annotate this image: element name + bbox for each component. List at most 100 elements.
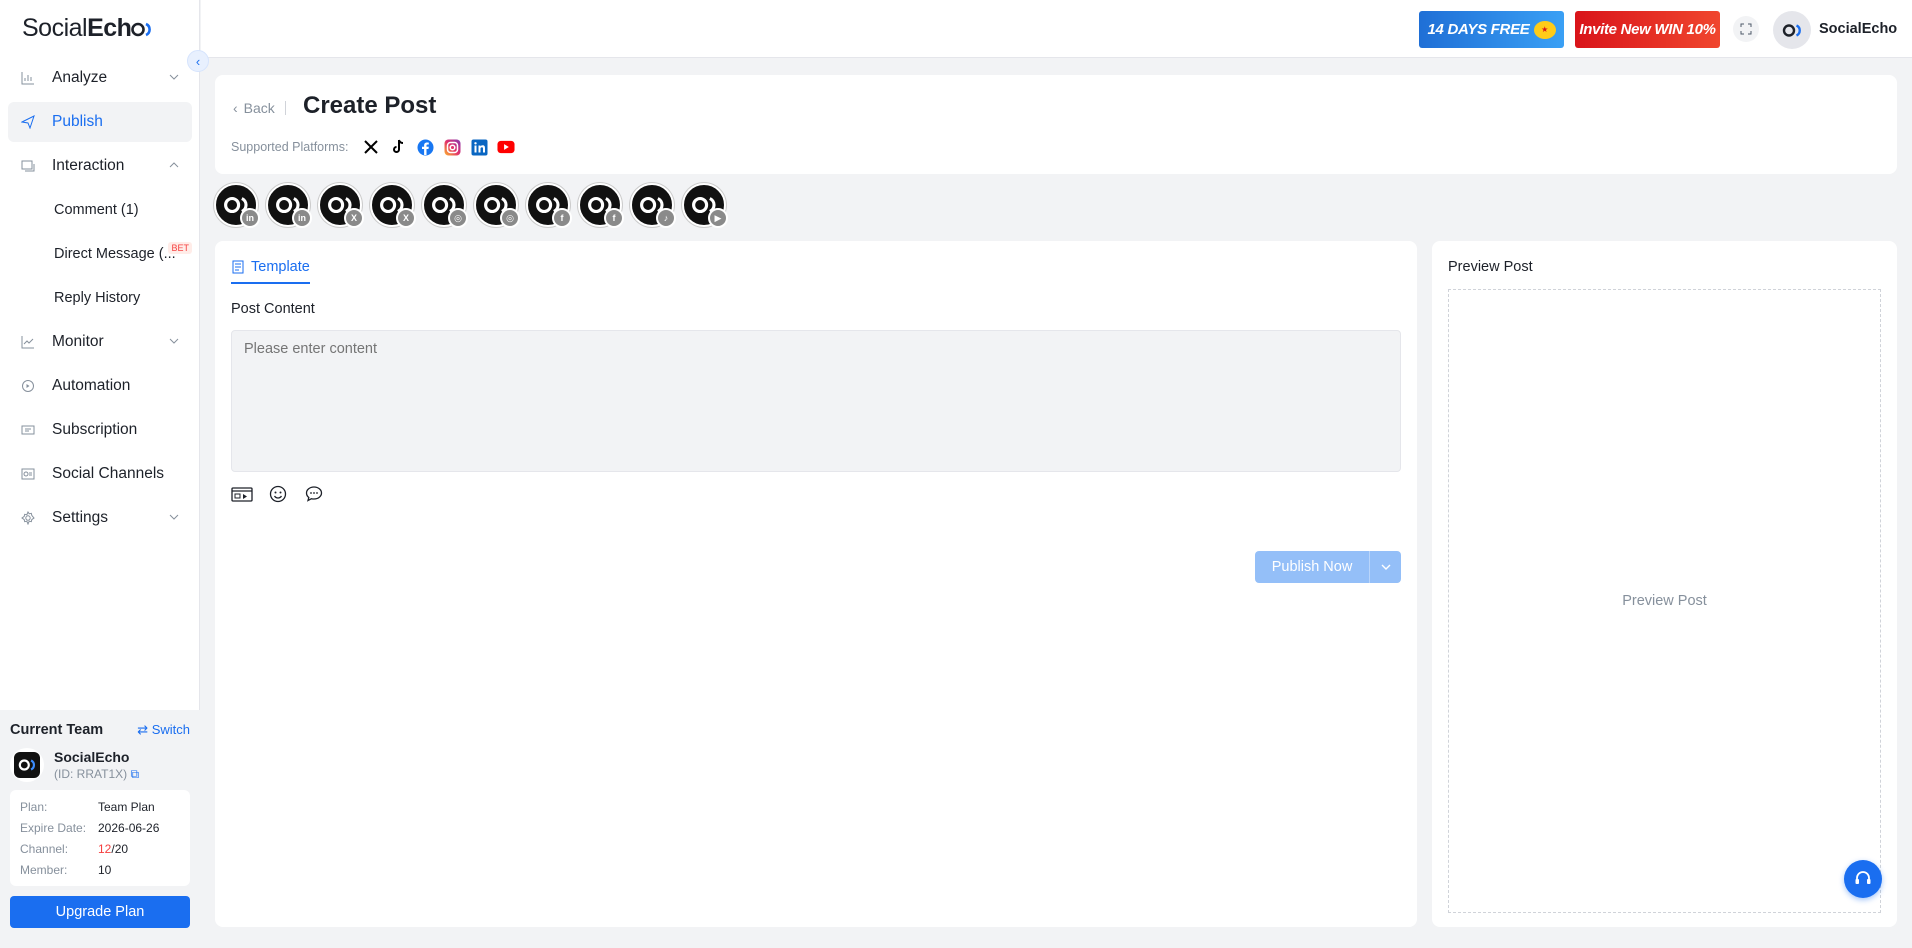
plan-card: Plan: Team Plan Expire Date: 2026-06-26 Ch…	[10, 790, 190, 886]
logo-mark-icon	[131, 22, 152, 37]
beta-badge: BET	[168, 242, 192, 254]
ticket-icon	[20, 422, 36, 438]
support-chat-icon[interactable]	[1844, 860, 1882, 898]
user-name[interactable]: SocialEcho	[1819, 21, 1897, 37]
nav-item-label: Interaction	[52, 157, 125, 174]
team-avatar	[10, 748, 44, 782]
send-icon	[20, 114, 36, 130]
app-logo[interactable]: SocialEch	[22, 14, 152, 43]
nav-item-label: Monitor	[52, 333, 104, 350]
account-avatar-x[interactable]: X	[370, 183, 416, 228]
account-avatar-linkedin[interactable]: in	[214, 183, 260, 228]
divider	[284, 101, 286, 115]
tab-label: Template	[251, 259, 310, 275]
nav-subitem-label: Comment (1)	[54, 202, 139, 218]
top-bar: 14 DAYS FREE ★ Invite New WIN 10% SocialE…	[201, 0, 1912, 58]
nav-item-label: Subscription	[52, 421, 138, 438]
publish-options-button[interactable]	[1369, 551, 1401, 583]
collapse-sidebar-button[interactable]: ‹	[187, 50, 209, 72]
switch-label: Switch	[151, 722, 190, 737]
comment-icon[interactable]	[303, 483, 325, 505]
sidebar: SocialEch ‹ Analyze Publish Interaction …	[0, 0, 209, 948]
nav-item-automation[interactable]: Automation	[8, 366, 192, 406]
instagram-icon: ◎	[500, 208, 520, 228]
burst-icon: ★	[1533, 20, 1556, 39]
copy-icon[interactable]: ⧉	[130, 767, 139, 781]
account-avatar-instagram[interactable]: ◎	[422, 183, 468, 228]
monitor-icon	[20, 334, 36, 350]
post-content-input[interactable]	[231, 330, 1401, 472]
nav-item-social-channels[interactable]: Social Channels	[8, 454, 192, 494]
post-editor-card: Template Post Content Publish Now	[215, 241, 1417, 927]
nav-subitem-label: Direct Message (...	[54, 246, 176, 262]
upgrade-plan-button[interactable]: Upgrade Plan	[10, 896, 190, 928]
channels-icon	[20, 466, 36, 482]
nav-item-settings[interactable]: Settings	[8, 498, 192, 538]
nav-item-publish[interactable]: Publish	[8, 102, 192, 142]
switch-icon: ⇄	[137, 722, 152, 737]
back-button[interactable]: ‹ Back	[233, 100, 286, 116]
user-avatar[interactable]	[1773, 11, 1811, 49]
account-avatar-facebook[interactable]: f	[526, 183, 572, 228]
nav-subitem-direct-message[interactable]: Direct Message (... BET	[8, 234, 192, 274]
nav-item-label: Social Channels	[52, 465, 165, 482]
instagram-icon	[443, 138, 461, 156]
facebook-icon	[416, 138, 434, 156]
media-icon[interactable]	[231, 483, 253, 505]
fullscreen-icon[interactable]	[1733, 16, 1759, 42]
emoji-icon[interactable]	[267, 483, 289, 505]
x-icon: X	[344, 208, 364, 228]
nav-item-analyze[interactable]: Analyze	[8, 58, 192, 98]
post-content-label: Post Content	[231, 301, 315, 317]
account-avatar-linkedin[interactable]: in	[266, 183, 312, 228]
nav-item-interaction[interactable]: Interaction	[8, 146, 192, 186]
free-trial-banner[interactable]: 14 DAYS FREE ★	[1419, 11, 1564, 48]
preview-placeholder: Preview Post	[1622, 593, 1707, 609]
nav-item-subscription[interactable]: Subscription	[8, 410, 192, 450]
team-title: Current Team	[10, 722, 104, 738]
account-avatar-x[interactable]: X	[318, 183, 364, 228]
nav-item-label: Automation	[52, 377, 131, 394]
nav-item-monitor[interactable]: Monitor	[8, 322, 192, 362]
plan-row: Plan: Team Plan	[20, 799, 155, 814]
x-icon: X	[396, 208, 416, 228]
nav-subitem-reply-history[interactable]: Reply History	[8, 278, 192, 318]
publish-now-button[interactable]: Publish Now	[1255, 551, 1369, 583]
instagram-icon: ◎	[448, 208, 468, 228]
team-name: SocialEcho	[54, 748, 130, 765]
expire-row: Expire Date: 2026-06-26	[20, 820, 160, 835]
nav-item-label: Analyze	[52, 69, 108, 86]
page-header-card: ‹ Back Create Post Supported Platforms:	[215, 75, 1897, 174]
account-avatar-instagram[interactable]: ◎	[474, 183, 520, 228]
preview-area: Preview Post	[1448, 289, 1881, 913]
automation-icon	[20, 378, 36, 394]
account-avatar-youtube[interactable]: ▶	[682, 183, 728, 228]
chevron-down-icon	[169, 338, 179, 344]
chevron-down-icon	[169, 514, 179, 520]
account-avatar-facebook[interactable]: f	[578, 183, 624, 228]
nav-item-label: Settings	[52, 509, 109, 526]
facebook-icon: f	[552, 208, 572, 228]
account-avatar-tiktok[interactable]: ♪	[630, 183, 676, 228]
account-selector: in in X X ◎ ◎ f f ♪ ▶	[214, 183, 734, 228]
document-icon	[232, 260, 244, 274]
interaction-icon	[20, 158, 36, 174]
chevron-down-icon	[1381, 564, 1390, 570]
tiktok-icon	[389, 138, 407, 156]
linkedin-icon: in	[240, 208, 260, 228]
chevron-left-icon: ‹	[233, 100, 238, 116]
linkedin-icon	[470, 138, 488, 156]
switch-team-button[interactable]: ⇄ Switch	[137, 722, 190, 738]
chart-icon	[20, 70, 36, 86]
youtube-icon	[497, 138, 515, 156]
tab-template[interactable]: Template	[231, 259, 310, 284]
preview-title: Preview Post	[1448, 259, 1533, 275]
back-label: Back	[243, 100, 275, 116]
team-id: (ID: RRAT1X) ⧉	[54, 766, 140, 781]
linkedin-icon: in	[292, 208, 312, 228]
invite-banner[interactable]: Invite New WIN 10%	[1575, 11, 1720, 48]
nav-subitem-comment[interactable]: Comment (1)	[8, 190, 192, 230]
main-nav: Analyze Publish Interaction Comment (1) …	[8, 58, 192, 542]
x-icon	[362, 138, 380, 156]
member-row: Member: 10	[20, 862, 112, 877]
